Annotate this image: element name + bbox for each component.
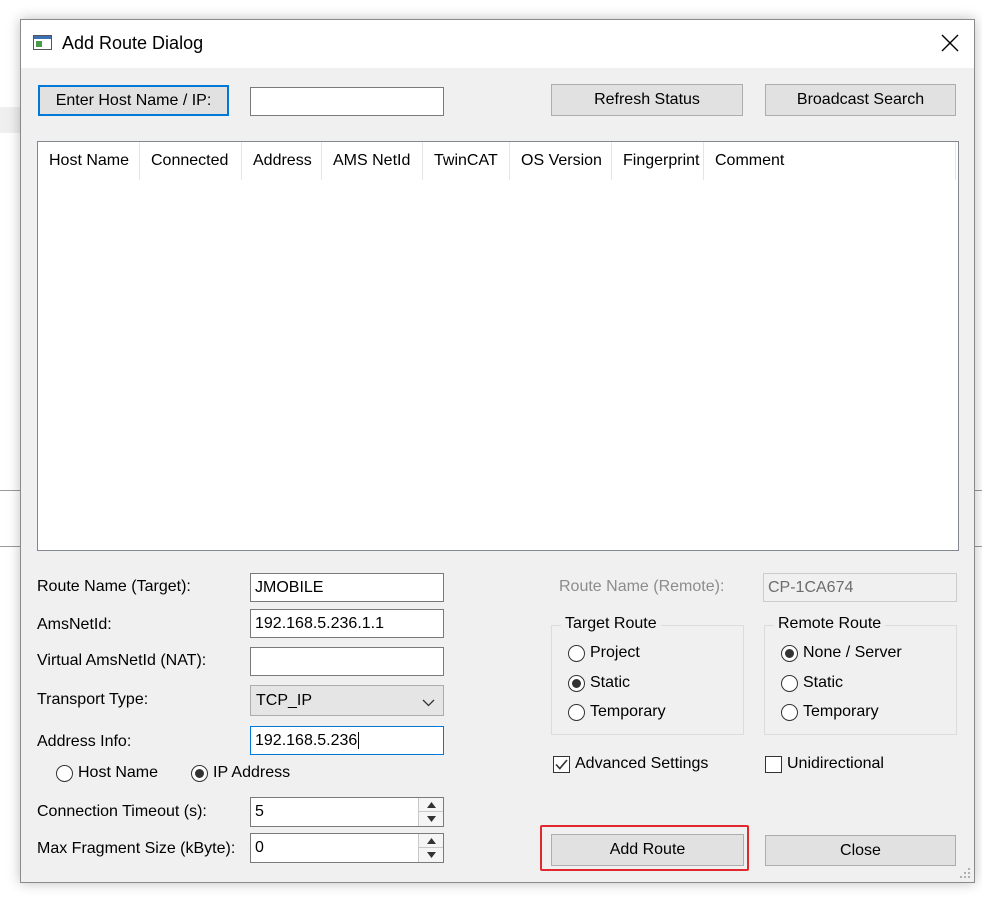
- host-list[interactable]: Host Name Connected Address AMS NetId Tw…: [37, 141, 959, 551]
- address-info-value: 192.168.5.236: [255, 731, 358, 749]
- checkbox-box-checked: [553, 755, 570, 773]
- target-route-temporary-radio[interactable]: Temporary: [568, 703, 666, 721]
- target-route-project-label: Project: [590, 644, 640, 661]
- spin-buttons: [418, 798, 443, 826]
- transport-type-value: TCP_IP: [256, 691, 313, 709]
- remote-route-static-label: Static: [803, 674, 844, 691]
- virtual-amsnetid-input[interactable]: [250, 647, 444, 676]
- checkbox-box: [765, 755, 782, 773]
- chevron-down-icon: [422, 699, 435, 707]
- spin-up-button[interactable]: [419, 798, 443, 812]
- enter-host-button[interactable]: Enter Host Name / IP:: [38, 85, 229, 116]
- remote-route-name-input: CP-1CA674: [763, 573, 957, 602]
- target-route-temporary-label: Temporary: [590, 703, 666, 720]
- address-host-name-label: Host Name: [78, 764, 159, 781]
- max-fragment-size-label: Max Fragment Size (kByte):: [37, 840, 236, 857]
- column-header-comment[interactable]: Comment: [704, 142, 956, 180]
- checkmark-icon: [555, 758, 568, 770]
- target-route-title: Target Route: [561, 615, 661, 633]
- advanced-settings-checkbox[interactable]: Advanced Settings: [553, 755, 708, 773]
- radio-indicator: [781, 674, 798, 692]
- close-button[interactable]: Close: [765, 835, 956, 866]
- amsnetid-label: AmsNetId:: [37, 616, 112, 633]
- list-header: Host Name Connected Address AMS NetId Tw…: [38, 142, 956, 180]
- max-fragment-size-value: 0: [255, 839, 264, 856]
- column-header-address[interactable]: Address: [242, 142, 322, 180]
- resize-grip-icon[interactable]: [959, 867, 971, 879]
- route-name-label: Route Name (Target):: [37, 578, 191, 595]
- remote-route-none-server-radio[interactable]: None / Server: [781, 644, 902, 662]
- radio-indicator-selected: [568, 674, 585, 692]
- connection-timeout-label: Connection Timeout (s):: [37, 803, 207, 820]
- radio-indicator: [56, 764, 73, 782]
- advanced-settings-label: Advanced Settings: [575, 755, 709, 772]
- remote-route-group: Remote Route None / Server Static Tempor…: [764, 615, 957, 735]
- address-host-name-radio[interactable]: Host Name: [56, 764, 158, 782]
- remote-route-title: Remote Route: [774, 615, 886, 633]
- spin-down-button[interactable]: [419, 848, 443, 862]
- column-header-host-name[interactable]: Host Name: [38, 142, 140, 180]
- unidirectional-checkbox[interactable]: Unidirectional: [765, 755, 884, 773]
- spin-up-icon: [426, 801, 436, 808]
- radio-indicator: [781, 703, 798, 721]
- address-info-label: Address Info:: [37, 733, 132, 750]
- app-window-icon: [33, 35, 52, 50]
- target-route-project-radio[interactable]: Project: [568, 644, 640, 662]
- target-route-static-radio[interactable]: Static: [568, 674, 630, 692]
- spin-buttons: [418, 834, 443, 862]
- column-header-ams-netid[interactable]: AMS NetId: [322, 142, 423, 180]
- broadcast-search-button[interactable]: Broadcast Search: [765, 84, 956, 116]
- title-bar: Add Route Dialog: [21, 20, 974, 68]
- radio-indicator-selected: [781, 644, 798, 662]
- remote-route-temporary-radio[interactable]: Temporary: [781, 703, 879, 721]
- close-window-button[interactable]: [926, 20, 974, 66]
- radio-indicator: [568, 644, 585, 662]
- address-ip-address-radio[interactable]: IP Address: [191, 764, 290, 782]
- host-ip-input[interactable]: [250, 87, 444, 116]
- address-ip-address-label: IP Address: [213, 764, 291, 781]
- connection-timeout-stepper[interactable]: 5: [250, 797, 444, 827]
- address-info-input[interactable]: 192.168.5.236: [250, 726, 444, 755]
- target-route-static-label: Static: [590, 674, 631, 691]
- virtual-amsnetid-label: Virtual AmsNetId (NAT):: [37, 652, 207, 669]
- radio-indicator-selected: [191, 764, 208, 782]
- add-route-dialog: Add Route Dialog Enter Host Name / IP: R…: [20, 19, 975, 883]
- spin-down-icon: [426, 816, 436, 822]
- amsnetid-input[interactable]: 192.168.5.236.1.1: [250, 609, 444, 638]
- max-fragment-size-stepper[interactable]: 0: [250, 833, 444, 863]
- spin-up-icon: [426, 837, 436, 844]
- unidirectional-label: Unidirectional: [787, 755, 884, 772]
- spin-down-icon: [426, 852, 436, 858]
- add-route-button[interactable]: Add Route: [551, 834, 744, 866]
- transport-type-select[interactable]: TCP_IP: [250, 685, 444, 716]
- column-header-os-version[interactable]: OS Version: [510, 142, 612, 180]
- connection-timeout-value: 5: [255, 803, 264, 820]
- route-name-input[interactable]: JMOBILE: [250, 573, 444, 602]
- radio-indicator: [568, 703, 585, 721]
- remote-route-none-server-label: None / Server: [803, 644, 902, 661]
- background-divider: [0, 546, 20, 547]
- refresh-status-button[interactable]: Refresh Status: [551, 84, 743, 116]
- text-caret: [358, 732, 360, 749]
- spin-down-button[interactable]: [419, 812, 443, 826]
- transport-type-label: Transport Type:: [37, 691, 149, 708]
- target-route-group: Target Route Project Static Temporary: [551, 615, 744, 735]
- window-title: Add Route Dialog: [62, 33, 204, 53]
- remote-route-temporary-label: Temporary: [803, 703, 879, 720]
- remote-route-static-radio[interactable]: Static: [781, 674, 843, 692]
- column-header-twincat[interactable]: TwinCAT: [423, 142, 510, 180]
- column-header-fingerprint[interactable]: Fingerprint: [612, 142, 704, 180]
- close-icon: [941, 34, 959, 52]
- background-divider: [0, 490, 20, 491]
- remote-route-name-label: Route Name (Remote):: [559, 578, 725, 595]
- column-header-connected[interactable]: Connected: [140, 142, 242, 180]
- background-strip: [0, 107, 20, 133]
- spin-up-button[interactable]: [419, 834, 443, 848]
